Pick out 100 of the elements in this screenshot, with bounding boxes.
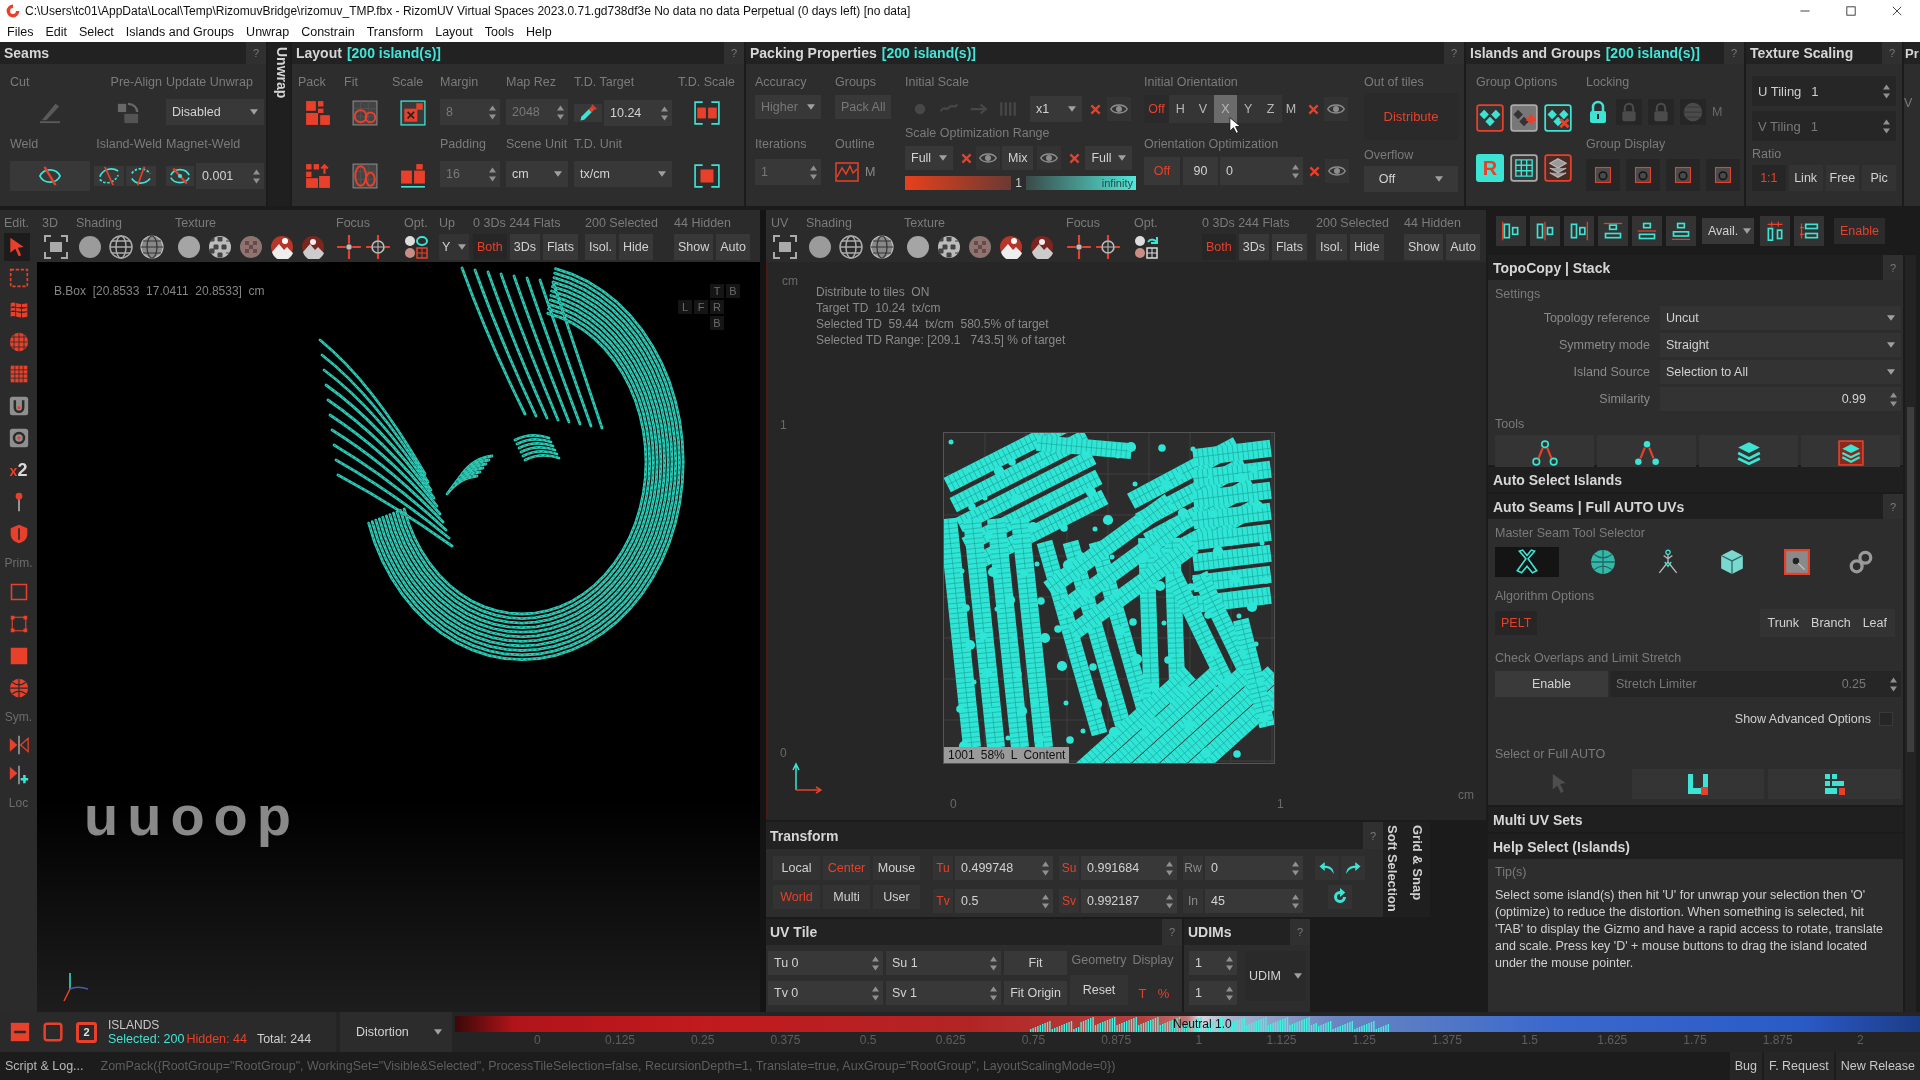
menu-item[interactable]: Select — [72, 24, 120, 39]
crosshair-icon[interactable] — [1066, 234, 1092, 260]
texel-pair-icon[interactable] — [694, 100, 720, 126]
display-mode-dropdown[interactable]: Distortion — [340, 1012, 452, 1052]
up-axis-dropdown[interactable]: Y — [439, 234, 469, 260]
multiply-tool[interactable]: x2 — [9, 459, 28, 481]
wire-sphere-icon[interactable] — [109, 235, 133, 259]
orientation-option[interactable]: Z — [1259, 95, 1282, 123]
udim-u-field[interactable]: 1 — [1189, 951, 1237, 975]
mountain-sun-sphere-icon[interactable] — [301, 235, 325, 259]
algorithm-option[interactable]: Branch — [1805, 611, 1857, 635]
ratio-option[interactable]: Link — [1788, 165, 1823, 191]
menu-item[interactable]: Edit — [39, 24, 73, 39]
settings-dropdown[interactable]: Uncut — [1660, 306, 1901, 330]
mirror-icon[interactable] — [8, 735, 29, 755]
algorithm-option[interactable]: Leaf — [1856, 611, 1893, 635]
scrollbar[interactable] — [1905, 255, 1916, 1012]
range-min-dropdown[interactable]: Full — [905, 146, 953, 170]
outline-icon[interactable] — [835, 160, 859, 184]
enable-button[interactable]: Enable — [1834, 218, 1885, 244]
algorithm-option[interactable]: PELT — [1495, 611, 1538, 635]
distribute-button[interactable] — [1760, 216, 1790, 246]
uv-viewport[interactable]: cm Distribute to tiles ON Target TD 10.24 tx/cm Selected TD 59.44 tx/cm 580.5% of target Selected TD Range: [209.1 743.5] % of target 1 0 0 1 cm 1001 58% L Content — [766, 262, 1486, 820]
island-weld-button[interactable] — [94, 166, 124, 186]
square-outline-icon[interactable] — [9, 583, 28, 601]
td-unit-dropdown[interactable]: tx/cm — [574, 161, 672, 187]
show-button[interactable]: Show — [1404, 234, 1444, 260]
x-mark-icon[interactable] — [1069, 152, 1081, 164]
ring-block-icon[interactable] — [8, 428, 29, 448]
frame-icon[interactable] — [773, 235, 797, 259]
dashed-square-icon[interactable] — [8, 268, 29, 288]
tile-scale-u-field[interactable]: Su 1 — [886, 951, 1001, 975]
coordinate-field[interactable]: 0.499748 — [955, 856, 1053, 880]
preview-toggle[interactable] — [1325, 159, 1349, 183]
filter-tab[interactable]: Both — [473, 234, 507, 260]
align-button[interactable] — [1564, 216, 1594, 246]
align-button[interactable] — [1632, 216, 1662, 246]
u-block-icon[interactable] — [8, 396, 29, 416]
isolate-button[interactable]: Isol. — [1316, 234, 1347, 260]
hide-button[interactable]: Hide — [618, 234, 653, 260]
scene-unit-dropdown[interactable]: cm — [506, 161, 568, 187]
numbered-tile-button[interactable]: 2 — [76, 1021, 97, 1043]
sphere-icon[interactable] — [906, 235, 930, 259]
patterned-sphere-icon[interactable] — [239, 235, 263, 259]
side-tab[interactable]: Grid & Snap — [1410, 825, 1425, 901]
globe-icon[interactable] — [8, 678, 29, 698]
preview-toggle[interactable] — [1037, 146, 1062, 170]
bulb-refresh-icon[interactable] — [1134, 235, 1158, 259]
align-button[interactable] — [1598, 216, 1628, 246]
stack-icon[interactable] — [1544, 154, 1572, 182]
magnet-weld-field[interactable]: 0.001 — [196, 163, 264, 189]
crosshair-globe-icon[interactable] — [365, 234, 391, 260]
pre-align-icon[interactable] — [117, 102, 139, 124]
corner-square-icon[interactable] — [9, 615, 28, 633]
full-auto-button[interactable] — [1768, 769, 1901, 799]
filled-square-icon[interactable] — [9, 647, 28, 665]
coordinate-field[interactable]: 0.992187 — [1081, 889, 1177, 913]
crosshair-globe-icon[interactable] — [1095, 234, 1121, 260]
u-tiling-field[interactable]: U Tiling 1 — [1752, 76, 1896, 106]
mountain-sun-sphere-icon[interactable] — [1030, 235, 1054, 259]
display-toggle[interactable]: % — [1154, 981, 1173, 1005]
group-display-button[interactable] — [1626, 159, 1660, 191]
tile-u-field[interactable]: Tu 0 — [768, 951, 883, 975]
menu-item[interactable]: Unwrap — [240, 24, 296, 39]
settings-dropdown[interactable]: Straight — [1660, 333, 1901, 357]
ratio-option[interactable]: 1:1 — [1752, 165, 1786, 191]
x-mark-icon[interactable] — [1090, 103, 1101, 115]
range-max-track[interactable]: infinity — [1026, 176, 1136, 190]
group-display-button[interactable] — [1586, 159, 1620, 191]
unwrap-tab[interactable]: Unwrap — [268, 42, 290, 206]
initial-scale-dropdown[interactable]: x1 — [1030, 96, 1082, 122]
mirror-plus-icon[interactable] — [8, 765, 29, 785]
align-button[interactable] — [1666, 216, 1696, 246]
coordinate-field[interactable]: 0.5 — [955, 889, 1053, 913]
frame-icon[interactable] — [44, 235, 68, 259]
orientation-option[interactable]: H — [1169, 95, 1192, 123]
grid-icon[interactable] — [1510, 154, 1538, 182]
diamonds-icon[interactable] — [1476, 104, 1504, 132]
weld-button[interactable] — [10, 161, 90, 191]
scrollbar-thumb[interactable] — [1907, 407, 1914, 752]
similarity-field[interactable]: 0.99 — [1660, 387, 1901, 411]
x-mark-icon[interactable] — [1309, 165, 1320, 177]
menu-item[interactable]: Tools — [478, 24, 520, 39]
udim-v-field[interactable]: 1 — [1189, 981, 1237, 1005]
menu-item[interactable]: Transform — [360, 24, 430, 39]
algorithm-option[interactable]: Trunk — [1761, 611, 1806, 635]
orientation-option[interactable]: V — [1191, 95, 1215, 123]
filter-tab[interactable]: Flats — [542, 234, 579, 260]
shield-icon[interactable] — [8, 524, 29, 544]
menu-item[interactable]: Layout — [429, 24, 479, 39]
coordinate-field[interactable]: 45 — [1205, 889, 1303, 913]
coordinate-field[interactable]: 0.991684 — [1081, 856, 1177, 880]
isolate-button[interactable]: Isol. — [585, 234, 616, 260]
footer-link[interactable]: F. Request — [1763, 1052, 1834, 1080]
x-mark-icon[interactable] — [961, 152, 972, 164]
align-button[interactable] — [1496, 216, 1526, 246]
scale-squares-icon[interactable] — [400, 100, 426, 126]
seam-tool-button[interactable] — [1495, 547, 1559, 577]
crosshair-icon[interactable] — [336, 234, 362, 260]
eyedropper-button[interactable] — [574, 104, 602, 122]
